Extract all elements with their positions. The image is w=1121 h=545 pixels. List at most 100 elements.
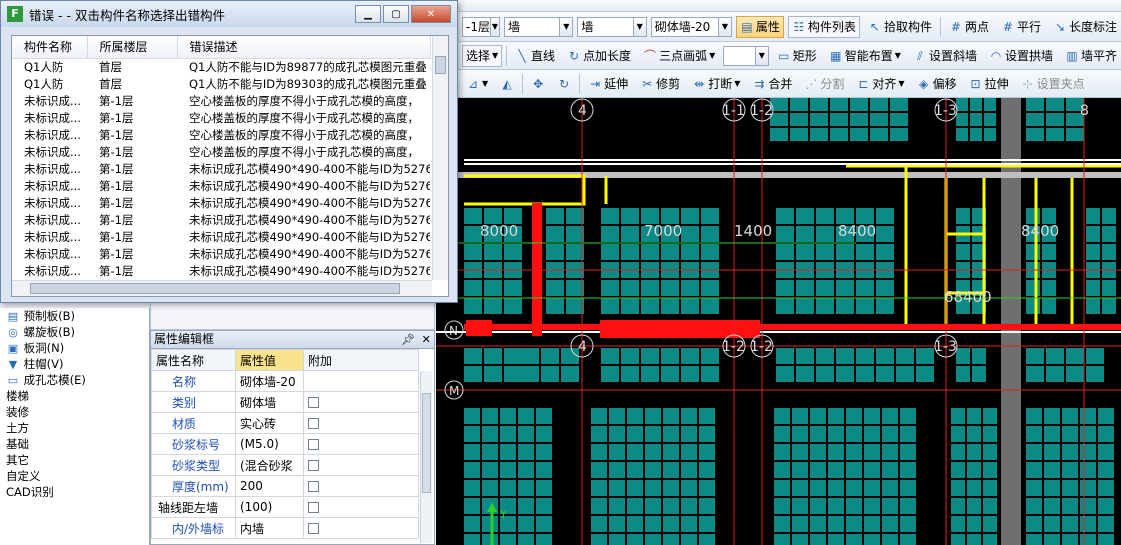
stretch-button[interactable]: ⊡ 拉伸 [965, 73, 1013, 95]
extend-button[interactable]: ⇥ 延伸 [584, 73, 632, 95]
select-button[interactable]: 选择 ▼ [462, 44, 503, 67]
point-length-button[interactable]: ↻ 点加长度 [563, 45, 635, 67]
tree-item-other[interactable]: 其它 [0, 452, 149, 468]
pick-component-button[interactable]: ↖ 拾取构件 [864, 16, 936, 38]
column-header-component[interactable]: 构件名称 [12, 36, 88, 59]
component-select[interactable]: 砌体墙-20 ▼ [650, 16, 732, 37]
tree-item-custom[interactable]: 自定义 [0, 468, 149, 484]
tree-item-earthwork[interactable]: 土方 [0, 420, 149, 436]
maximize-button[interactable]: ▢ [383, 5, 409, 23]
mirror-button[interactable]: ◭ [496, 73, 518, 95]
close-button[interactable]: ✕ [411, 5, 451, 23]
cad-drawing-canvas[interactable]: 4 1-1 1-2 1-3 8 4 1-2 1-2 1-3 N M 8000 7000 1400 8400 8… [436, 98, 1121, 545]
error-list-vscroll[interactable] [432, 36, 448, 280]
scrollbar-thumb[interactable] [422, 393, 431, 493]
property-row[interactable]: 类别 砌体墙 [151, 391, 419, 413]
scrollbar-thumb[interactable] [30, 283, 400, 294]
column-header-description[interactable]: 错误描述 [177, 36, 431, 59]
table-row[interactable]: 未标识成... 第-1层 空心楼盖板的厚度不得小于成孔芯模的高度， [12, 92, 430, 109]
align-button[interactable]: ⊏ 对齐 ▼ [852, 73, 908, 95]
error-component-name[interactable]: Q1人防 [12, 75, 87, 92]
property-scrollbar[interactable] [420, 371, 432, 543]
property-row[interactable]: 砂浆类型 (混合砂浆 [151, 454, 419, 476]
view-mode-button[interactable]: ⊿ ▼ [462, 73, 492, 95]
table-row[interactable]: 未标识成... 第-1层 未标识成孔芯模490*490-400不能与ID为52769… [12, 194, 430, 211]
error-component-name[interactable]: 未标识成... [12, 143, 87, 160]
merge-button[interactable]: ⇉ 合并 [748, 73, 796, 95]
property-row[interactable]: 厚度(mm) 200 [151, 475, 419, 497]
table-row[interactable]: 未标识成... 第-1层 未标识成孔芯模490*490-400不能与ID为52769… [12, 228, 430, 245]
close-icon[interactable]: ✕ [422, 331, 431, 348]
table-row[interactable]: 未标识成... 第-1层 未标识成孔芯模490*490-400不能与ID为52769… [12, 262, 430, 279]
error-component-name[interactable]: 未标识成... [12, 194, 87, 211]
table-row[interactable]: Q1人防 首层 Q1人防不能与ID为89303的成孔芯模图元重叠 [12, 75, 430, 92]
error-list-hscroll[interactable] [12, 280, 432, 296]
tree-item-spiral-slab[interactable]: ◎ 螺旋板(B) [0, 324, 149, 340]
error-component-name[interactable]: 未标识成... [12, 177, 87, 194]
table-row[interactable]: 未标识成... 第-1层 空心楼盖板的厚度不得小于成孔芯模的高度， [12, 126, 430, 143]
tree-item-cad-recognition[interactable]: CAD识别 [0, 484, 149, 500]
error-component-name[interactable]: 未标识成... [12, 92, 87, 109]
property-row[interactable]: 材质 实心砖 [151, 412, 419, 434]
property-row[interactable]: 砂浆标号 (M5.0) [151, 433, 419, 455]
parallel-button[interactable]: # 平行 [997, 16, 1045, 38]
error-component-name[interactable]: Q1人防 [12, 58, 87, 75]
rotate-button[interactable]: ↻ [553, 73, 575, 95]
split-button[interactable]: ⋰ 分割 [800, 73, 848, 95]
tree-item-foundation[interactable]: 基础 [0, 436, 149, 452]
error-component-name[interactable]: 未标识成... [12, 228, 87, 245]
minimize-button[interactable]: ▁ [355, 5, 381, 23]
error-component-name[interactable]: 未标识成... [12, 245, 87, 262]
property-row[interactable]: 名称 砌体墙-20 [151, 370, 419, 392]
error-component-name[interactable]: 未标识成... [12, 211, 87, 228]
line-button[interactable]: ╲ 直线 [511, 45, 559, 67]
pin-icon[interactable]: 📌︎ [401, 331, 415, 348]
arc-mode-select[interactable]: ▼ [723, 45, 769, 66]
smart-layout-button[interactable]: ▦ 智能布置 ▼ [825, 45, 905, 67]
tree-item-column-cap[interactable]: ▼ 柱帽(V) [0, 356, 149, 372]
property-row[interactable]: 轴线距左墙 (100) [151, 496, 419, 518]
length-dim-button[interactable]: ↘ 长度标注 [1049, 16, 1121, 38]
table-row[interactable]: 未标识成... 第-1层 未标识成孔芯模490*490-400不能与ID为52769… [12, 211, 430, 228]
two-points-button[interactable]: # 两点 [945, 16, 993, 38]
table-row[interactable]: 未标识成... 第-1层 未标识成孔芯模490*490-400不能与ID为52769… [12, 245, 430, 262]
floor-select[interactable]: -1层 ▼ [462, 16, 500, 37]
tree-item-decoration[interactable]: 装修 [0, 404, 149, 420]
tree-item-stairs[interactable]: 楼梯 [0, 388, 149, 404]
table-row[interactable]: Q1人防 首层 Q1人防不能与ID为89877的成孔芯模图元重叠 [12, 58, 430, 75]
column-header-floor[interactable]: 所属楼层 [87, 36, 178, 59]
set-pinch-button[interactable]: ⊹ 设置夹点 [1017, 73, 1089, 95]
move-button[interactable]: ✥ [527, 73, 549, 95]
tree-item-precast-slab[interactable]: ▤ 预制板(B) [0, 308, 149, 324]
error-component-name[interactable]: 未标识成... [12, 160, 87, 177]
tree-item-core-mold[interactable]: ▭ 成孔芯模(E) [0, 372, 149, 388]
table-row[interactable]: 未标识成... 第-1层 空心楼盖板的厚度不得小于成孔芯模的高度， [12, 109, 430, 126]
error-component-name[interactable]: 未标识成... [12, 109, 87, 126]
table-row[interactable]: 未标识成... 第-1层 未标识成孔芯模490*490-400不能与ID为52769… [12, 177, 430, 194]
component-list-button[interactable]: ☷ 构件列表 [787, 15, 860, 38]
three-point-arc-button[interactable]: ⌒ 三点画弧 ▼ [639, 45, 719, 67]
attach-checkbox[interactable] [308, 397, 319, 408]
rectangle-button[interactable]: ▭ 矩形 [773, 45, 821, 67]
attach-checkbox[interactable] [308, 418, 319, 429]
set-arch-wall-button[interactable]: ◠ 设置拱墙 [985, 45, 1057, 67]
offset-button[interactable]: ◈ 偏移 [913, 73, 961, 95]
attach-checkbox[interactable] [308, 481, 319, 492]
trim-button[interactable]: ✂ 修剪 [636, 73, 684, 95]
table-row[interactable]: 未标识成... 第-1层 空心楼盖板的厚度不得小于成孔芯模的高度， [12, 143, 430, 160]
attach-checkbox[interactable] [308, 439, 319, 450]
error-dialog-titlebar[interactable]: F 错误 - - 双击构件名称选择出错构件 ▁ ▢ ✕ [1, 1, 457, 27]
error-component-name[interactable]: 未标识成... [12, 126, 87, 143]
attach-checkbox[interactable] [308, 460, 319, 471]
set-slope-wall-button[interactable]: ⫽ 设置斜墙 [909, 45, 981, 67]
category-select[interactable]: 墙 ▼ [504, 16, 574, 37]
tree-item-slab-hole[interactable]: ▣ 板洞(N) [0, 340, 149, 356]
attach-checkbox[interactable] [308, 502, 319, 513]
scrollbar-thumb[interactable] [435, 56, 446, 74]
attach-checkbox[interactable] [308, 523, 319, 534]
level-wall-button[interactable]: ▥ 墙平齐 [1061, 45, 1121, 67]
table-row[interactable]: 未标识成... 第-1层 未标识成孔芯模490*490-400不能与ID为52769… [12, 160, 430, 177]
property-row[interactable]: 内/外墙标 内墙 [151, 517, 419, 539]
error-list[interactable]: 构件名称 所属楼层 错误描述 Q1人防 首层 Q1人防不能与ID为89877的成孔芯… [11, 35, 449, 297]
error-component-name[interactable]: 未标识成... [12, 262, 87, 279]
